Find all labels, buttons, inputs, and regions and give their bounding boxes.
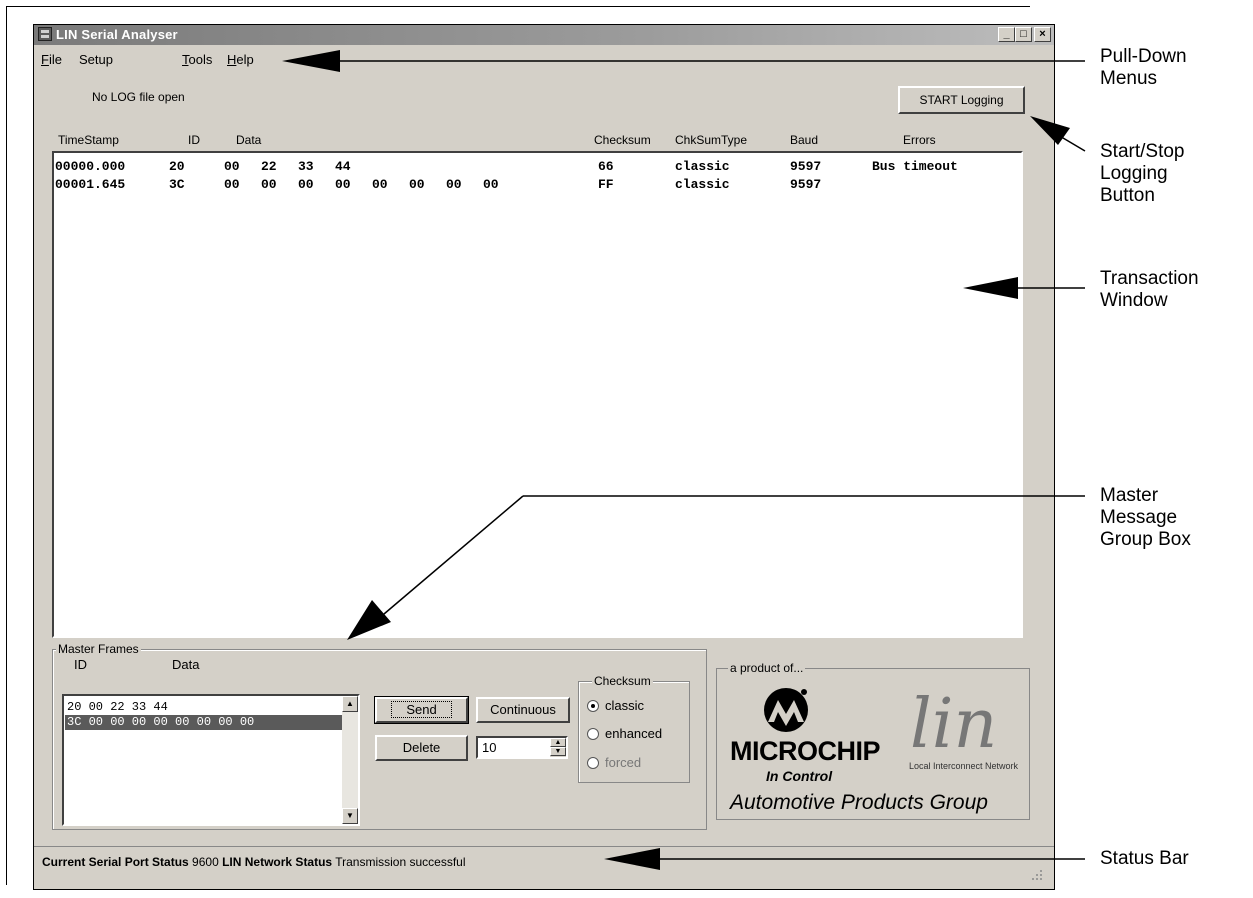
callout-pulldown-menus: Pull-Down Menus: [1100, 46, 1187, 89]
callout-status-bar: Status Bar: [1100, 848, 1189, 869]
callout-master-message: Master Message Group Box: [1100, 485, 1191, 550]
callout-arrows: [282, 50, 1086, 870]
callout-transaction-window: Transaction Window: [1100, 268, 1199, 311]
callout-start-stop: Start/Stop Logging Button: [1100, 141, 1185, 206]
